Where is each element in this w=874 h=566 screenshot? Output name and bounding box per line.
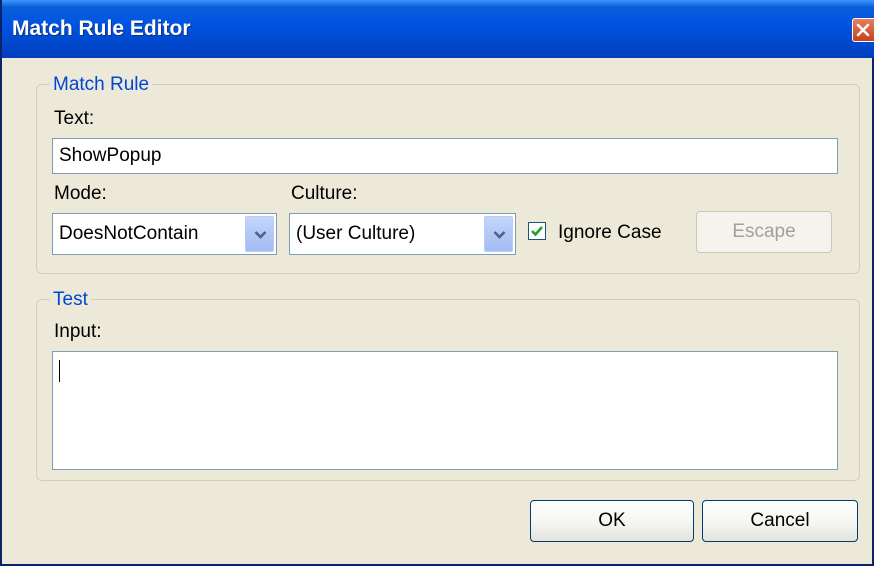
ignore-case-label[interactable]: Ignore Case [558, 222, 662, 244]
input-label: Input: [54, 321, 102, 342]
test-legend: Test [50, 289, 91, 311]
match-rule-editor-window: Match Rule Editor Match Rule Text: ShowP… [0, 0, 874, 566]
culture-select[interactable]: (User Culture) [289, 213, 516, 255]
culture-dropdown-button[interactable] [484, 216, 513, 252]
title-bar[interactable]: Match Rule Editor [2, 0, 874, 58]
close-button[interactable] [852, 18, 874, 42]
cancel-button[interactable]: Cancel [702, 500, 858, 542]
escape-button-label: Escape [732, 221, 796, 242]
mode-select[interactable]: DoesNotContain [52, 213, 277, 255]
text-cursor [59, 360, 60, 382]
mode-select-value: DoesNotContain [59, 223, 199, 244]
culture-select-value: (User Culture) [296, 223, 416, 244]
mode-label: Mode: [54, 183, 107, 204]
text-field-value: ShowPopup [59, 145, 162, 166]
ok-button-label: OK [598, 510, 626, 531]
cancel-button-label: Cancel [750, 510, 810, 531]
text-field[interactable]: ShowPopup [52, 138, 838, 174]
window-title: Match Rule Editor [12, 17, 191, 40]
mode-dropdown-button[interactable] [245, 216, 274, 252]
culture-label: Culture: [291, 183, 358, 204]
ignore-case-checkbox[interactable] [528, 222, 546, 240]
text-label: Text: [54, 108, 95, 129]
test-input-area[interactable] [52, 351, 838, 470]
ok-button[interactable]: OK [530, 500, 694, 542]
match-rule-legend: Match Rule [50, 74, 153, 96]
escape-button[interactable]: Escape [696, 211, 832, 253]
